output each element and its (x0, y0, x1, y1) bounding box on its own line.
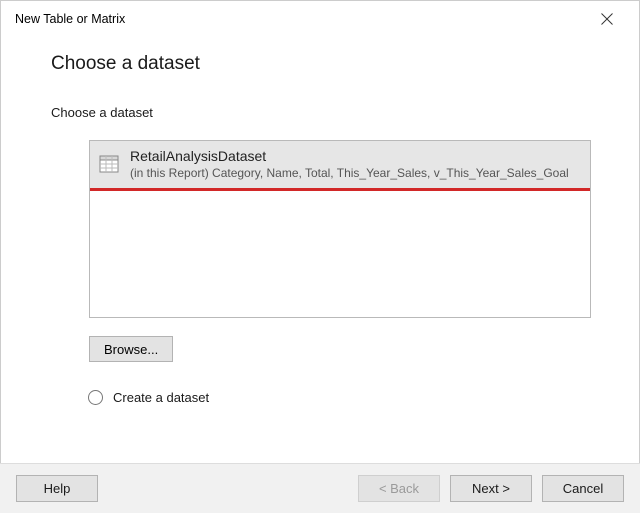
browse-row: Browse... (89, 336, 611, 362)
create-dataset-label: Create a dataset (113, 390, 209, 405)
close-icon (601, 13, 613, 25)
dataset-name: RetailAnalysisDataset (130, 148, 569, 166)
footer-right: < Back Next > Cancel (358, 475, 624, 502)
title-bar: New Table or Matrix (1, 1, 639, 37)
table-icon (98, 153, 120, 175)
window-title: New Table or Matrix (15, 12, 125, 26)
dataset-texts: RetailAnalysisDataset (in this Report) C… (130, 148, 569, 181)
help-button[interactable]: Help (16, 475, 98, 502)
dataset-item[interactable]: RetailAnalysisDataset (in this Report) C… (90, 141, 590, 188)
back-button: < Back (358, 475, 440, 502)
create-dataset-option[interactable]: Create a dataset (88, 390, 611, 405)
dialog-content: Choose a dataset Choose a dataset Retail… (1, 37, 639, 405)
browse-button[interactable]: Browse... (89, 336, 173, 362)
dataset-listbox[interactable]: RetailAnalysisDataset (in this Report) C… (89, 140, 591, 318)
footer-left: Help (16, 475, 98, 502)
dataset-description: (in this Report) Category, Name, Total, … (130, 166, 569, 181)
close-button[interactable] (585, 4, 629, 34)
cancel-button[interactable]: Cancel (542, 475, 624, 502)
radio-unselected-icon[interactable] (88, 390, 103, 405)
next-button[interactable]: Next > (450, 475, 532, 502)
page-heading: Choose a dataset (51, 53, 611, 75)
choose-dataset-label: Choose a dataset (51, 105, 611, 120)
dialog-footer: Help < Back Next > Cancel (0, 463, 640, 513)
